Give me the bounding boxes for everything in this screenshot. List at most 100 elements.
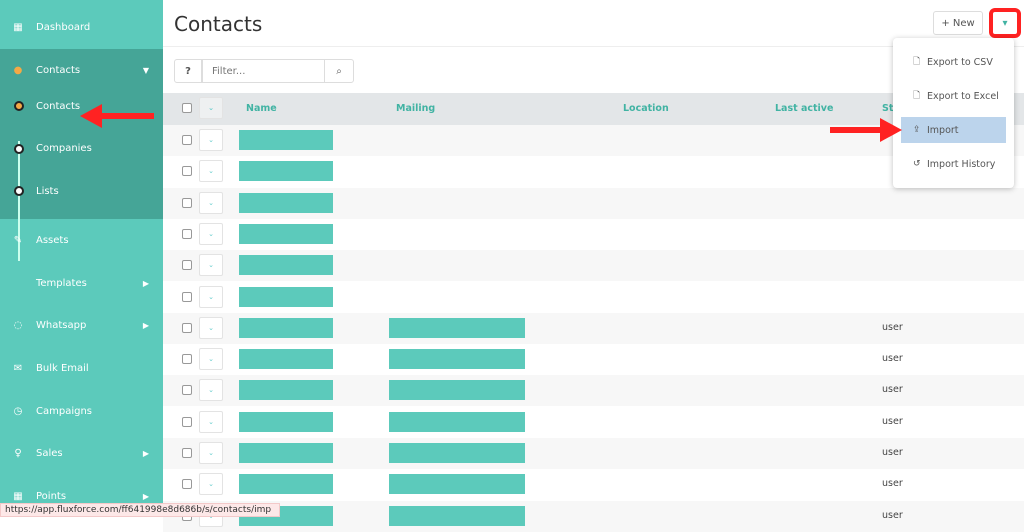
table-row[interactable]: ⌄user — [163, 344, 1024, 376]
sidebar-subitem-lists[interactable]: Lists — [0, 177, 163, 205]
menu-item-import[interactable]: ⇪ Import — [901, 117, 1006, 143]
row-actions-dropdown[interactable]: ⌄ — [199, 222, 223, 245]
sidebar-subitem-label: Contacts — [36, 100, 81, 112]
sidebar-item-dashboard[interactable]: ▦ Dashboard — [0, 6, 163, 48]
sidebar-item-assets[interactable]: ✎ Assets — [0, 219, 163, 261]
sidebar-item-campaigns[interactable]: ◷ Campaigns — [0, 390, 163, 432]
row-checkbox[interactable] — [182, 354, 192, 365]
row-checkbox[interactable] — [182, 228, 192, 239]
menu-item-export-to-excel[interactable]: 🗋 Export to Excel — [901, 83, 1006, 109]
file-icon: 🗋 — [913, 57, 921, 67]
redacted-name[interactable] — [239, 349, 333, 370]
column-mailing[interactable]: Mailing — [396, 103, 435, 114]
table-row[interactable]: ⌄ — [163, 187, 1024, 219]
column-name[interactable]: Name — [246, 103, 277, 114]
row-checkbox[interactable] — [182, 135, 192, 145]
status-cell: user — [882, 478, 903, 490]
status-cell: user — [882, 447, 903, 458]
redacted-name[interactable] — [239, 223, 333, 244]
table-row[interactable]: ⌄user — [163, 500, 1024, 532]
bullet-icon — [14, 186, 24, 196]
sidebar-subitem-companies[interactable]: Companies — [0, 135, 163, 163]
table-row[interactable]: ⌄user — [163, 312, 1024, 344]
row-actions-dropdown[interactable]: ⌄ — [199, 348, 223, 371]
sidebar: ▦ Dashboard ● Contacts ▼ ✎ Assets Templates ▶ ◌ Wh… — [0, 0, 163, 517]
row-checkbox[interactable] — [182, 197, 192, 208]
sidebar-item-templates[interactable]: Templates ▶ — [0, 262, 163, 304]
sidebar-item-label: Templates — [36, 277, 87, 289]
chevron-right-icon: ▶ — [142, 448, 149, 458]
sidebar-item-sales[interactable]: ♀ Sales ▶ — [0, 432, 163, 474]
redacted-name[interactable] — [239, 443, 333, 463]
row-checkbox[interactable] — [182, 479, 192, 490]
redacted-name[interactable] — [239, 317, 333, 338]
sidebar-item-whatsapp[interactable]: ◌ Whatsapp ▶ — [0, 304, 163, 346]
sidebar-item-bulk-email[interactable]: ✉ Bulk Email — [0, 347, 163, 389]
table-row[interactable]: ⌄ — [163, 281, 1024, 313]
bulk-actions-dropdown[interactable]: ⌄ — [199, 97, 223, 119]
sidebar-subitem-label: Lists — [36, 185, 59, 197]
sidebar-item-label: Dashboard — [36, 21, 91, 33]
file-excel-icon: 🗋 — [913, 91, 921, 101]
row-actions-dropdown[interactable]: ⌄ — [199, 254, 223, 277]
redacted-name[interactable] — [239, 411, 333, 432]
history-icon: ↺ — [913, 159, 921, 169]
filter-input[interactable] — [202, 59, 325, 83]
row-actions-dropdown[interactable]: ⌄ — [199, 160, 223, 183]
table-row[interactable]: ⌄ user — [163, 469, 1024, 501]
chevron-right-icon: ▶ — [142, 491, 149, 501]
menu-item-import-history[interactable]: ↺ Import History — [901, 151, 1006, 177]
envelope-icon: ✉ — [13, 362, 23, 374]
redacted-name[interactable] — [239, 380, 333, 401]
new-button[interactable]: + New — [933, 11, 983, 35]
sidebar-item-label: Sales — [36, 447, 63, 459]
redacted-name[interactable] — [239, 255, 333, 276]
row-actions-dropdown[interactable]: ⌄ — [199, 129, 223, 151]
select-all-checkbox[interactable] — [182, 103, 192, 113]
redacted-name[interactable] — [239, 192, 333, 213]
row-checkbox[interactable] — [182, 260, 192, 271]
redacted-name[interactable] — [239, 286, 333, 307]
annotation-arrow-right — [830, 118, 902, 142]
redacted-name[interactable] — [239, 130, 333, 150]
menu-item-export-to-csv[interactable]: 🗋 Export to CSV — [901, 49, 1006, 75]
sidebar-item-contacts[interactable]: ● Contacts ▼ — [0, 49, 163, 91]
status-bar-url: https://app.fluxforce.com/ff641998e8d686… — [0, 503, 280, 517]
row-checkbox[interactable] — [182, 448, 192, 458]
search-button[interactable]: ⌕ — [324, 59, 354, 83]
help-icon[interactable]: ? — [174, 59, 202, 83]
more-options-dropdown-button[interactable]: ▾ — [989, 8, 1021, 38]
user-icon: ● — [13, 64, 23, 76]
menu-item-label: Import History — [927, 158, 996, 170]
annotation-arrow-left — [80, 104, 154, 128]
table-row[interactable]: ⌄ — [163, 218, 1024, 250]
lightbulb-icon: ♀ — [14, 447, 22, 459]
actions-dropdown-menu: 🗋 Export to CSV 🗋 Export to Excel ⇪ Import ↺ Im… — [893, 38, 1014, 188]
redacted-name[interactable] — [239, 474, 333, 495]
row-actions-dropdown[interactable]: ⌄ — [199, 473, 223, 496]
sidebar-item-label: Contacts — [36, 64, 81, 76]
row-actions-dropdown[interactable]: ⌄ — [199, 285, 223, 308]
column-last-active[interactable]: Last active — [775, 103, 833, 114]
status-cell: user — [882, 415, 903, 427]
row-actions-dropdown[interactable]: ⌄ — [199, 442, 223, 464]
clock-icon: ◷ — [13, 405, 23, 417]
row-checkbox[interactable] — [182, 291, 192, 302]
table-row[interactable]: ⌄ user — [163, 438, 1024, 469]
table-row[interactable]: ⌄user — [163, 375, 1024, 407]
table-row[interactable]: ⌄ user — [163, 406, 1024, 438]
redacted-mailing — [389, 317, 525, 338]
row-checkbox[interactable] — [182, 416, 192, 427]
column-location[interactable]: Location — [623, 103, 669, 114]
row-actions-dropdown[interactable]: ⌄ — [199, 410, 223, 433]
row-checkbox[interactable] — [182, 322, 192, 333]
row-actions-dropdown[interactable]: ⌄ — [199, 379, 223, 402]
row-checkbox[interactable] — [182, 385, 192, 396]
upload-icon: ⇪ — [913, 125, 921, 135]
table-row[interactable]: ⌄ — [163, 250, 1024, 282]
row-actions-dropdown[interactable]: ⌄ — [199, 316, 223, 339]
bullet-icon — [14, 143, 24, 154]
row-actions-dropdown[interactable]: ⌄ — [199, 191, 223, 214]
redacted-name[interactable] — [239, 161, 333, 182]
row-checkbox[interactable] — [182, 166, 192, 177]
